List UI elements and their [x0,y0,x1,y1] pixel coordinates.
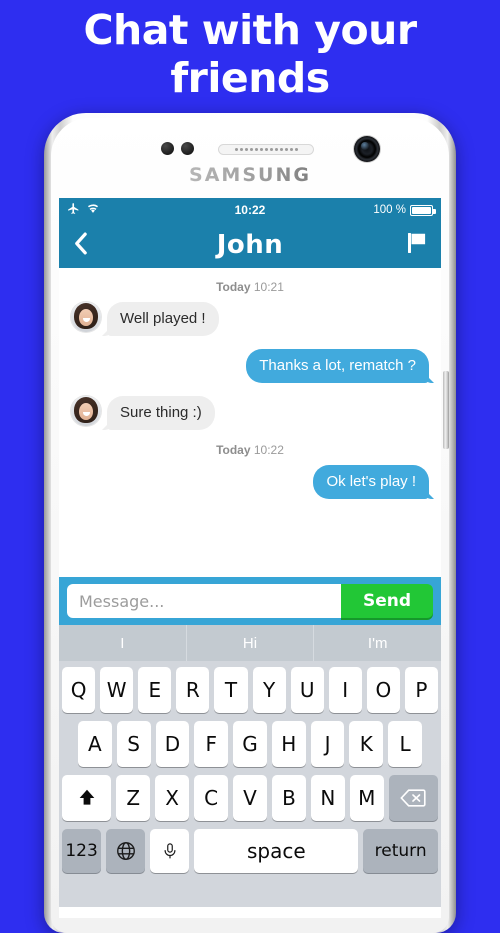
key-k[interactable]: K [349,721,384,767]
status-clock: 10:22 [234,203,266,217]
proximity-sensor-icon [161,142,174,155]
front-camera-icon [354,136,380,162]
key-x[interactable]: X [155,775,190,821]
keyboard-row-2: A S D F G H J K L [62,721,438,767]
battery-percent-label: 100 % [373,204,406,216]
device-brand-logo: SAMSUNG [51,164,449,186]
message-bubble-outgoing[interactable]: Ok let's play ! [313,465,429,499]
key-d[interactable]: D [155,721,190,767]
message-bubble-incoming[interactable]: Sure thing :) [107,396,215,430]
key-c[interactable]: C [194,775,229,821]
earpiece-speaker-icon [218,144,314,155]
key-p[interactable]: P [404,667,438,713]
page-title: Chat with your friends [83,6,417,102]
phone-body: SAMSUNG 10:22 100 % John Today 10:21 Wel… [51,118,449,933]
message-input[interactable]: Message... [67,584,341,618]
battery-full-icon [409,204,436,216]
globe-language-icon[interactable] [106,829,146,873]
key-b[interactable]: B [271,775,306,821]
day-separator-time: 10:21 [253,280,284,294]
day-separator-time: 10:22 [253,443,284,457]
chat-title: John [216,230,284,260]
key-r[interactable]: R [176,667,210,713]
message-row: Thanks a lot, rematch ? [71,349,429,383]
key-o[interactable]: O [366,667,400,713]
avatar [71,396,101,426]
space-key[interactable]: space [194,829,359,873]
return-key[interactable]: return [363,829,438,873]
key-q[interactable]: Q [62,667,96,713]
message-row: Ok let's play ! [71,465,429,499]
key-s[interactable]: S [116,721,151,767]
phone-device: SAMSUNG 10:22 100 % John Today 10:21 Wel… [44,113,456,933]
virtual-keyboard: Q W E R T Y U I O P A S D F G H J K L Z … [59,661,441,907]
phone-screen: 10:22 100 % John Today 10:21 Well played… [59,198,441,918]
key-y[interactable]: Y [252,667,286,713]
message-row: Sure thing :) [71,396,429,430]
flag-icon[interactable] [407,232,427,259]
chat-nav-bar: John [59,222,441,268]
airplane-mode-icon [67,202,80,218]
key-f[interactable]: F [194,721,229,767]
key-h[interactable]: H [271,721,306,767]
message-row: Well played ! [71,302,429,336]
key-w[interactable]: W [100,667,134,713]
key-t[interactable]: T [214,667,248,713]
message-list[interactable]: Today 10:21 Well played ! Thanks a lot, … [59,268,441,577]
key-n[interactable]: N [310,775,345,821]
keyboard-row-4: 123 space return [62,829,438,873]
key-a[interactable]: A [77,721,112,767]
key-v[interactable]: V [233,775,267,821]
wifi-icon [86,202,100,218]
suggestion-item[interactable]: I [59,625,186,661]
suggestion-item[interactable]: I'm [313,625,441,661]
backspace-delete-icon[interactable] [388,775,438,821]
day-separator-day: Today [216,280,251,294]
numbers-key[interactable]: 123 [62,829,102,873]
key-z[interactable]: Z [116,775,151,821]
shift-arrow-icon[interactable] [62,775,112,821]
keyboard-row-3: Z X C V B N M [62,775,438,821]
power-button[interactable] [443,371,449,449]
status-bar: 10:22 100 % [59,198,441,222]
light-sensor-icon [181,142,194,155]
day-separator-day: Today [216,443,251,457]
key-e[interactable]: E [138,667,172,713]
status-right: 100 % [312,204,436,216]
autocomplete-bar: I Hi I'm [59,625,441,661]
key-i[interactable]: I [328,667,362,713]
keyboard-row-1: Q W E R T Y U I O P [62,667,438,713]
message-input-bar: Message... Send [59,577,441,625]
key-m[interactable]: M [349,775,384,821]
key-u[interactable]: U [290,667,324,713]
day-separator: Today 10:21 [71,280,429,294]
microphone-icon[interactable] [150,829,190,873]
day-separator: Today 10:22 [71,443,429,457]
message-bubble-outgoing[interactable]: Thanks a lot, rematch ? [246,349,429,383]
key-l[interactable]: L [388,721,423,767]
avatar [71,302,101,332]
key-g[interactable]: G [233,721,267,767]
key-j[interactable]: J [310,721,345,767]
send-button[interactable]: Send [341,584,433,618]
status-left [67,202,188,218]
message-bubble-incoming[interactable]: Well played ! [107,302,219,336]
suggestion-item[interactable]: Hi [185,625,314,661]
